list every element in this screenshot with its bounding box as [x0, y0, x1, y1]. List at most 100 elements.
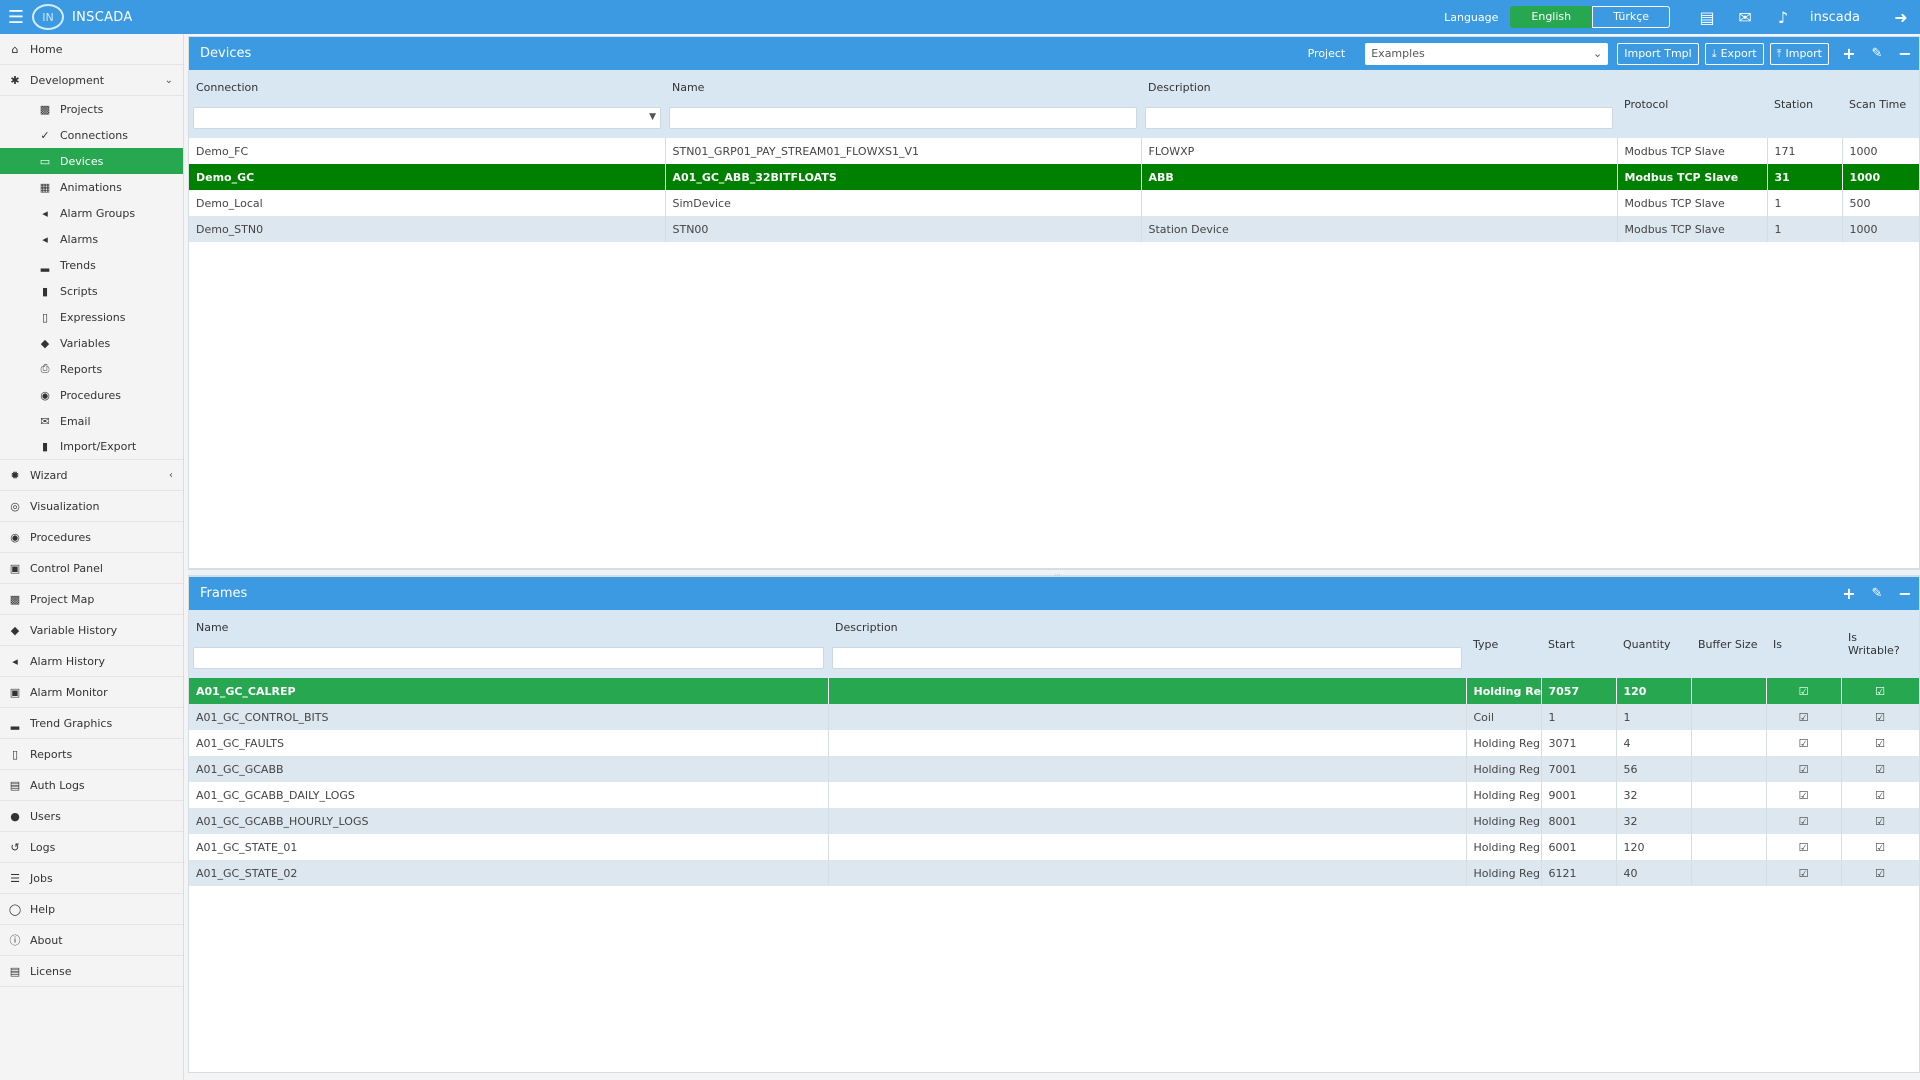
- col-type[interactable]: Type: [1466, 610, 1541, 678]
- table-row[interactable]: A01_GC_GCABB Holding Regis 7001 56 ☑ ☑: [189, 756, 1920, 782]
- minus-icon[interactable]: −: [1891, 584, 1919, 603]
- sidebar-sub-reports[interactable]: ⎙ Reports: [0, 356, 183, 382]
- sidebar-sub-devices[interactable]: ▭ Devices: [0, 148, 183, 174]
- cell-start: 6121: [1541, 860, 1617, 886]
- import-template-button[interactable]: Import Tmpl: [1617, 42, 1699, 65]
- name-filter-input[interactable]: [669, 107, 1137, 129]
- col-protocol[interactable]: Protocol: [1617, 70, 1767, 138]
- sidebar-sub-import-export[interactable]: ▮ Import/Export: [0, 434, 183, 460]
- col-connection[interactable]: Connection: [189, 70, 665, 104]
- table-row[interactable]: A01_GC_FAULTS Holding Regis 3071 4 ☑ ☑: [189, 730, 1920, 756]
- sidebar-sub-expressions[interactable]: ▯ Expressions: [0, 304, 183, 330]
- table-row[interactable]: A01_GC_GCABB_DAILY_LOGS Holding Regis 90…: [189, 782, 1920, 808]
- check-icon: ☑: [1841, 834, 1920, 860]
- info-icon: ⓘ: [9, 934, 21, 947]
- bell-icon[interactable]: ♪: [1764, 8, 1802, 27]
- pencil-icon[interactable]: ✎: [1863, 586, 1891, 601]
- sidebar-item-alarm-history[interactable]: ◂ Alarm History: [0, 646, 183, 677]
- sidebar-item-help[interactable]: ◯ Help: [0, 894, 183, 925]
- sidebar: ⌂ Home ✱ Development ⌄ ▩ Projects ✓ Connectio…: [0, 34, 184, 1080]
- home-icon: ⌂: [11, 42, 19, 56]
- chat-icon[interactable]: ✉: [1726, 8, 1764, 27]
- table-row[interactable]: A01_GC_CONTROL_BITS Coil 1 1 ☑ ☑: [189, 704, 1920, 730]
- connection-filter[interactable]: ▼: [193, 107, 661, 129]
- sidebar-sub-email[interactable]: ✉ Email: [0, 408, 183, 434]
- cell-type: Holding Regis: [1466, 834, 1542, 860]
- col-is-writable[interactable]: Is Writable?: [1841, 610, 1919, 678]
- sidebar-sub-alarms[interactable]: ◂ Alarms: [0, 226, 183, 252]
- cell-name: A01_GC_STATE_01: [189, 834, 829, 860]
- sidebar-sub-alarm-groups[interactable]: ◂ Alarm Groups: [0, 200, 183, 226]
- col-scan-time[interactable]: Scan Time: [1842, 70, 1919, 138]
- sidebar-item-home[interactable]: ⌂ Home: [0, 34, 183, 65]
- sidebar-sub-animations[interactable]: ▦ Animations: [0, 174, 183, 200]
- sidebar-item-auth-logs[interactable]: ▤ Auth Logs: [0, 770, 183, 801]
- table-row[interactable]: A01_GC_STATE_02 Holding Regis 6121 40 ☑ …: [189, 860, 1920, 886]
- sidebar-item-visualization[interactable]: ◎ Visualization: [0, 491, 183, 522]
- sidebar-sub-connections[interactable]: ✓ Connections: [0, 122, 183, 148]
- cell-description: [828, 704, 1467, 730]
- sidebar-item-alarm-monitor[interactable]: ▣ Alarm Monitor: [0, 677, 183, 708]
- sidebar-sub-projects[interactable]: ▩ Projects: [0, 96, 183, 122]
- cell-buffer-size: [1691, 704, 1767, 730]
- frames-header: Frames + ✎ −: [189, 577, 1919, 610]
- file-icon: ▮: [41, 440, 49, 453]
- sidebar-item-license[interactable]: ▤ License: [0, 956, 183, 987]
- project-select[interactable]: Examples ⌄: [1365, 42, 1609, 65]
- frame-name-filter-input[interactable]: [193, 647, 824, 669]
- eye-icon: ◎: [10, 499, 20, 513]
- col-is[interactable]: Is: [1766, 610, 1841, 678]
- cell-scan-time: 500: [1842, 190, 1920, 216]
- description-filter-input[interactable]: [1145, 107, 1613, 129]
- sidebar-item-development[interactable]: ✱ Development ⌄: [0, 65, 183, 96]
- sidebar-item-procedures[interactable]: ◉ Procedures: [0, 522, 183, 553]
- film-icon: ▦: [39, 180, 51, 194]
- col-frame-description[interactable]: Description: [828, 610, 1466, 644]
- table-row-selected[interactable]: Demo_GC A01_GC_ABB_32BITFLOATS ABB Modbu…: [189, 164, 1920, 190]
- frame-description-filter-input[interactable]: [832, 647, 1462, 669]
- sidebar-sub-scripts[interactable]: ▮ Scripts: [0, 278, 183, 304]
- sidebar-item-variable-history[interactable]: ◆ Variable History: [0, 615, 183, 646]
- sidebar-item-trend-graphics[interactable]: ▂ Trend Graphics: [0, 708, 183, 739]
- logout-icon[interactable]: ➜: [1882, 8, 1920, 27]
- table-row[interactable]: A01_GC_GCABB_HOURLY_LOGS Holding Regis 8…: [189, 808, 1920, 834]
- sidebar-item-about[interactable]: ⓘ About: [0, 925, 183, 956]
- col-station[interactable]: Station: [1767, 70, 1842, 138]
- sidebar-sub-procedures[interactable]: ◉ Procedures: [0, 382, 183, 408]
- col-buffer-size[interactable]: Buffer Size: [1691, 610, 1766, 678]
- sidebar-sub-variables[interactable]: ◆ Variables: [0, 330, 183, 356]
- col-description[interactable]: Description: [1141, 70, 1617, 104]
- sidebar-sub-trends[interactable]: ▂ Trends: [0, 252, 183, 278]
- plus-icon[interactable]: +: [1835, 44, 1863, 63]
- table-row[interactable]: Demo_STN0 STN00 Station Device Modbus TC…: [189, 216, 1920, 242]
- pencil-icon[interactable]: ✎: [1863, 46, 1891, 61]
- table-row[interactable]: A01_GC_STATE_01 Holding Regis 6001 120 ☑…: [189, 834, 1920, 860]
- sidebar-item-users[interactable]: ● Users: [0, 801, 183, 832]
- sidebar-item-wizard[interactable]: ✹ Wizard ‹: [0, 460, 183, 491]
- col-quantity[interactable]: Quantity: [1616, 610, 1691, 678]
- sidebar-item-logs[interactable]: ↺ Logs: [0, 832, 183, 863]
- table-row[interactable]: Demo_FC STN01_GRP01_PAY_STREAM01_FLOWXS1…: [189, 138, 1920, 164]
- col-name[interactable]: Name: [665, 70, 1141, 104]
- minus-icon[interactable]: −: [1891, 44, 1919, 63]
- export-button[interactable]: ⤓ Export: [1704, 42, 1764, 65]
- table-row-selected[interactable]: A01_GC_CALREP Holding Regis 7057 120 ☑ ☑: [189, 678, 1920, 704]
- plus-icon[interactable]: +: [1835, 584, 1863, 603]
- sidebar-item-project-map[interactable]: ▩ Project Map: [0, 584, 183, 615]
- bar-chart-icon[interactable]: ▤: [1688, 8, 1726, 27]
- col-start[interactable]: Start: [1541, 610, 1616, 678]
- cell-connection: Demo_GC: [189, 164, 666, 190]
- user-name[interactable]: inscada: [1810, 10, 1860, 25]
- sidebar-item-label: Jobs: [30, 871, 53, 885]
- language-turkish-button[interactable]: Türkçe: [1592, 6, 1671, 28]
- sidebar-item-jobs[interactable]: ☰ Jobs: [0, 863, 183, 894]
- sidebar-item-reports[interactable]: ▯ Reports: [0, 739, 183, 770]
- devices-header: Devices Project Examples ⌄ Import Tmpl ⤓ E…: [189, 37, 1919, 70]
- sidebar-item-control-panel[interactable]: ▣ Control Panel: [0, 553, 183, 584]
- col-frame-name[interactable]: Name: [189, 610, 828, 644]
- language-english-button[interactable]: English: [1510, 6, 1593, 28]
- import-button[interactable]: ⤒ Import: [1769, 42, 1829, 65]
- panel-splitter[interactable]: ⋯: [188, 569, 1920, 579]
- table-row[interactable]: Demo_Local SimDevice Modbus TCP Slave 1 …: [189, 190, 1920, 216]
- menu-icon[interactable]: ☰: [2, 0, 30, 34]
